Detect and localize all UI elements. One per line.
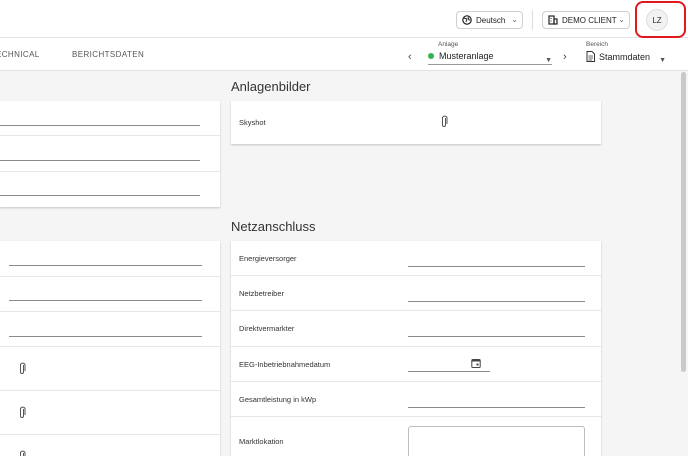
field-label: Energieversorger — [239, 254, 297, 263]
input-underline[interactable] — [0, 125, 200, 126]
row-divider — [231, 275, 601, 276]
status-dot — [428, 53, 434, 59]
row-divider — [231, 346, 601, 347]
top-bar: Deutsch ⌄ DEMO CLIENT ⌄ LZ — [0, 0, 688, 38]
calendar-icon[interactable] — [471, 358, 481, 368]
divider — [532, 10, 533, 30]
paperclip-icon[interactable] — [18, 450, 26, 456]
energieversorger-input[interactable] — [408, 266, 585, 267]
input-underline[interactable] — [9, 265, 202, 266]
row-divider — [231, 381, 601, 382]
anlagenbilder-card: Skyshot — [231, 101, 601, 144]
caret-down-icon: ▼ — [545, 57, 552, 64]
eeg-date-input[interactable] — [408, 371, 490, 372]
tab-bar: ECHNICAL BERICHTSDATEN ‹ Anlage Musteran… — [0, 38, 688, 71]
row-divider — [0, 434, 220, 435]
building-icon — [548, 15, 558, 25]
input-underline[interactable] — [9, 336, 202, 337]
anlage-select[interactable]: Anlage Musteranlage ▼ — [428, 41, 552, 65]
row-divider — [231, 416, 601, 417]
chevron-down-icon: ⌄ — [511, 15, 518, 24]
next-anlage-button[interactable]: › — [563, 51, 567, 63]
input-underline[interactable] — [0, 195, 200, 196]
bereich-select[interactable]: Bereich Stammdaten ▼ — [586, 41, 666, 64]
marktlokation-textarea[interactable] — [408, 426, 585, 456]
document-icon — [586, 51, 595, 62]
previous-anlage-button[interactable]: ‹ — [408, 51, 412, 63]
row-divider — [0, 390, 220, 391]
field-label: Direktvermarkter — [239, 324, 295, 333]
direktvermarkter-input[interactable] — [408, 336, 585, 337]
highlight-box — [635, 1, 686, 38]
paperclip-icon[interactable] — [18, 406, 26, 419]
left-card-bottom — [0, 241, 220, 456]
caret-down-icon: ▼ — [659, 57, 666, 64]
gesamtleistung-input[interactable] — [408, 407, 585, 408]
row-divider — [0, 311, 220, 312]
client-label: DEMO CLIENT — [562, 15, 617, 25]
row-divider — [0, 171, 220, 172]
row-divider — [0, 276, 220, 277]
language-label: Deutsch — [476, 15, 506, 25]
globe-icon — [462, 15, 472, 25]
anlage-label: Anlage — [438, 41, 459, 48]
client-selector[interactable]: DEMO CLIENT ⌄ — [542, 11, 630, 29]
paperclip-icon[interactable] — [18, 362, 26, 375]
netzbetreiber-input[interactable] — [408, 301, 585, 302]
row-divider — [0, 135, 220, 136]
anlage-value: Musteranlage — [439, 51, 494, 61]
field-label: EEG-Inbetriebnahmedatum — [239, 360, 331, 369]
scrollbar-thumb[interactable] — [681, 72, 686, 372]
row-divider — [231, 310, 601, 311]
section-title-anlagenbilder: Anlagenbilder — [231, 79, 311, 94]
bereich-value: Stammdaten — [599, 51, 651, 62]
row-divider — [0, 346, 220, 347]
section-title-netzanschluss: Netzanschluss — [231, 219, 316, 234]
tab-berichtsdaten[interactable]: BERICHTSDATEN — [72, 50, 144, 59]
input-underline[interactable] — [9, 300, 202, 301]
paperclip-icon[interactable] — [440, 115, 448, 128]
chevron-down-icon: ⌄ — [618, 15, 625, 24]
bereich-label: Bereich — [586, 41, 609, 48]
language-selector[interactable]: Deutsch ⌄ — [456, 11, 523, 29]
field-label: Marktlokation — [239, 437, 284, 446]
field-label: Netzbetreiber — [239, 289, 285, 298]
left-card-top — [0, 101, 220, 207]
skyshot-label: Skyshot — [239, 118, 266, 127]
field-label: Gesamtleistung in kWp — [239, 395, 317, 404]
netzanschluss-card: Energieversorger Netzbetreiber Direktver… — [231, 241, 601, 456]
input-underline[interactable] — [0, 160, 200, 161]
tab-technical[interactable]: ECHNICAL — [0, 50, 40, 59]
